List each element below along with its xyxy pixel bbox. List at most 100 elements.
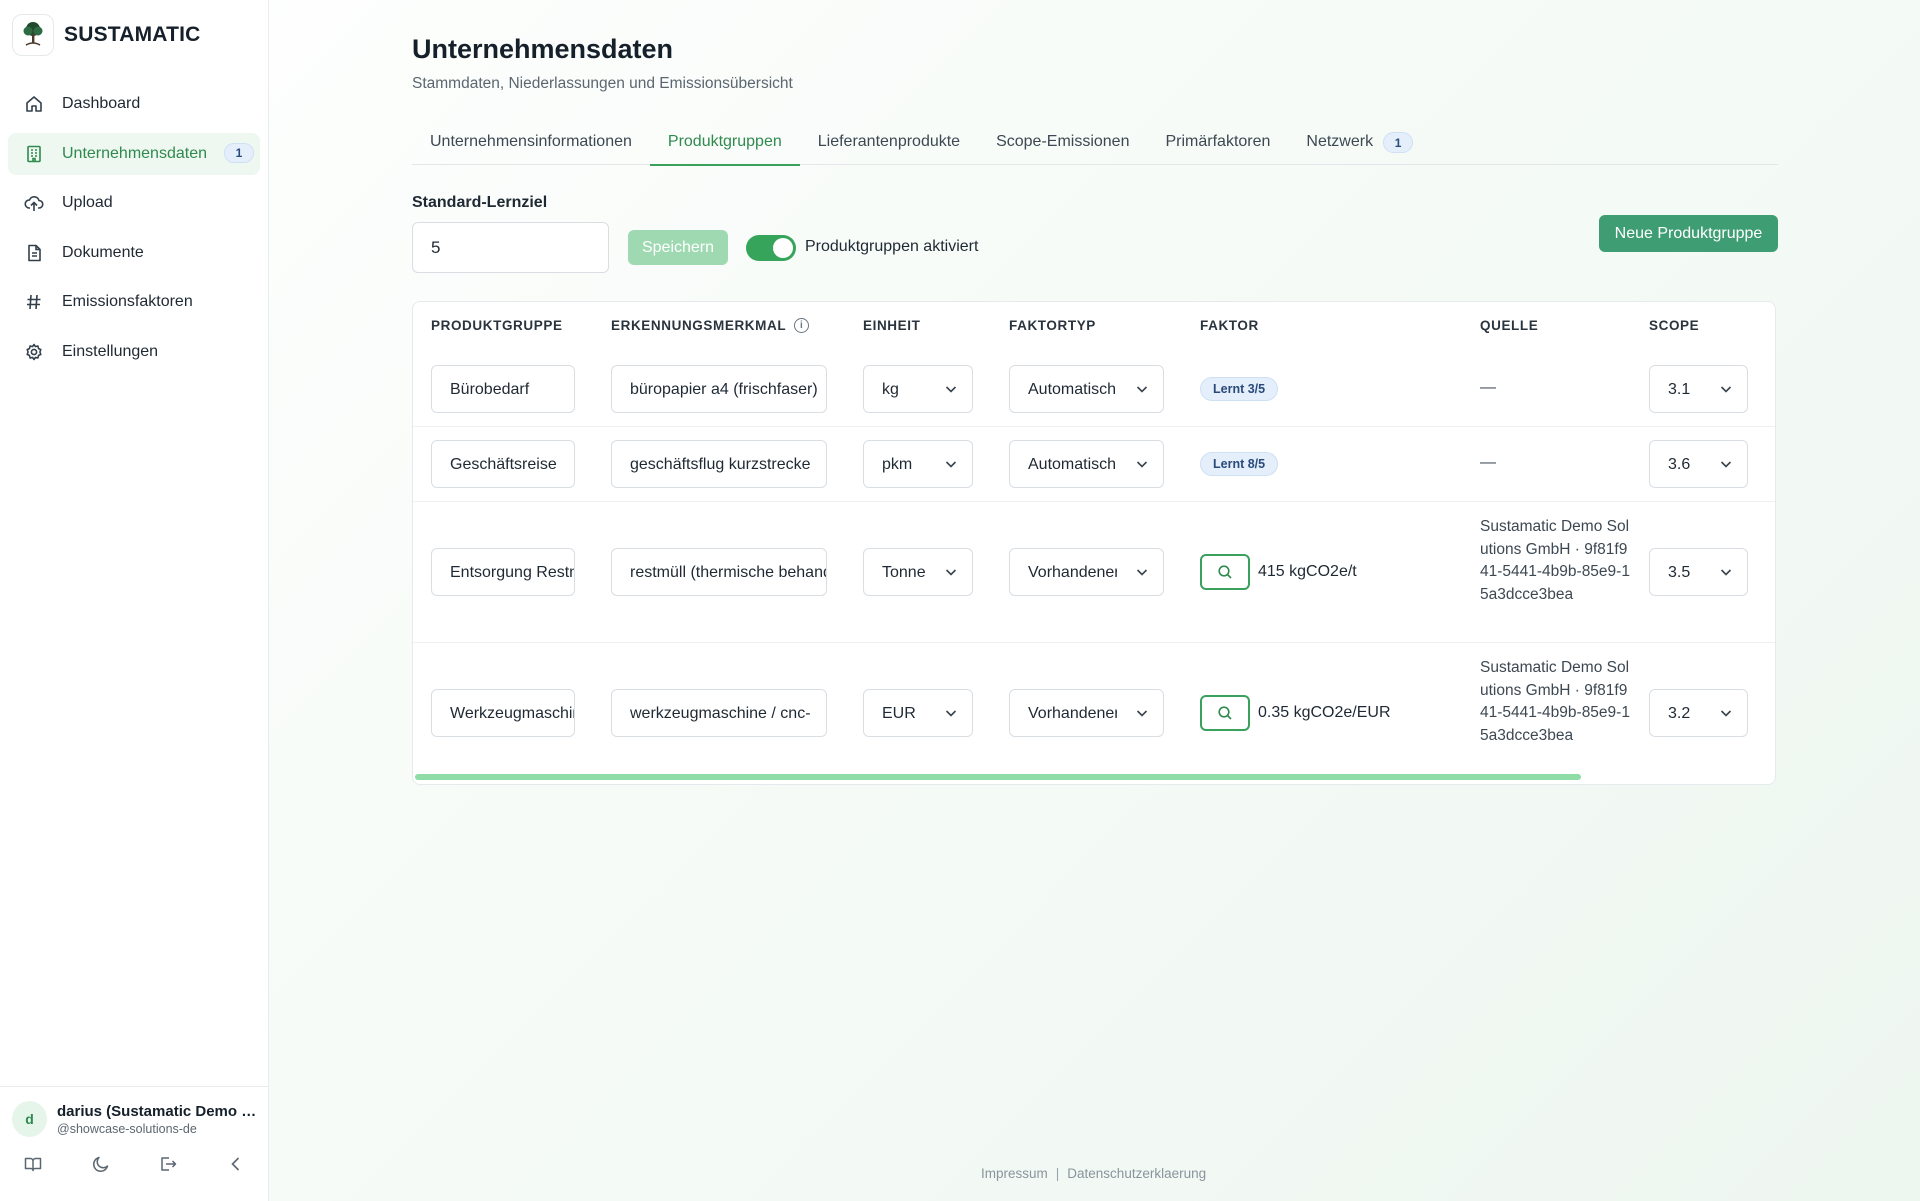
factor-search-button[interactable] <box>1200 554 1250 590</box>
tab-lieferantenprodukte[interactable]: Lieferantenprodukte <box>800 120 978 165</box>
select-value: pkm <box>882 456 913 473</box>
toggle-label: Produktgruppen aktiviert <box>805 238 979 255</box>
main-navigation: Dashboard Unternehmensdaten 1 Upload Dok… <box>8 83 260 380</box>
einheit-select[interactable]: kg <box>863 365 973 413</box>
faktor-value: 0.35 kgCO2e/EUR <box>1258 704 1391 721</box>
column-header-faktortyp: FAKTORTYP <box>1009 318 1096 333</box>
header-label: PRODUKTGRUPPE <box>431 318 563 333</box>
book-icon[interactable] <box>22 1153 44 1175</box>
moon-icon[interactable] <box>90 1153 112 1175</box>
header-label: SCOPE <box>1649 318 1700 333</box>
save-button[interactable]: Speichern <box>628 230 728 265</box>
header-label: EINHEIT <box>863 318 921 333</box>
user-name: darius (Sustamatic Demo Solutions GmbH) <box>57 1102 257 1120</box>
footer-separator: | <box>1055 1166 1060 1181</box>
scope-select[interactable]: 3.1 <box>1649 365 1748 413</box>
factor-search-button[interactable] <box>1200 695 1250 731</box>
quelle-value: — <box>1480 379 1496 396</box>
produktgruppe-input[interactable]: Entsorgung Restmüll <box>431 548 575 596</box>
erkennungsmerkmal-input[interactable]: büropapier a4 (frischfaser) <box>611 365 827 413</box>
hash-icon <box>24 292 44 312</box>
einheit-select[interactable]: Tonne <box>863 548 973 596</box>
brand[interactable]: SUSTAMATIC <box>12 14 201 56</box>
sidebar-item-label: Einstellungen <box>62 342 159 360</box>
faktortyp-select[interactable]: Automatisch <box>1009 440 1164 488</box>
chevron-down-icon <box>1720 569 1732 576</box>
faktortyp-select[interactable]: Vorhandener <box>1009 548 1164 596</box>
select-value: Automatisch <box>1028 381 1117 398</box>
sidebar-item-emissionsfaktoren[interactable]: Emissionsfaktoren <box>8 281 260 323</box>
header-label: ERKENNUNGSMERKMAL <box>611 318 787 333</box>
brand-name: SUSTAMATIC <box>64 23 201 46</box>
einheit-select[interactable]: EUR <box>863 689 973 737</box>
column-header-scope: SCOPE <box>1649 318 1699 333</box>
tab-produktgruppen[interactable]: Produktgruppen <box>649 120 800 166</box>
chevron-down-icon <box>945 386 957 393</box>
scope-select[interactable]: 3.5 <box>1649 548 1748 596</box>
learning-status-badge: Lernt 3/5 <box>1200 377 1279 401</box>
scope-select[interactable]: 3.2 <box>1649 689 1748 737</box>
new-produktgruppe-button[interactable]: Neue Produktgruppe <box>1599 215 1778 252</box>
select-value: 3.6 <box>1668 456 1691 473</box>
chevron-down-icon <box>1136 710 1148 717</box>
produktgruppe-input[interactable]: Bürobedarf <box>431 365 575 413</box>
sidebar-item-dokumente[interactable]: Dokumente <box>8 232 260 274</box>
table-row: Entsorgung Restmüll restmüll (thermische… <box>413 502 1775 643</box>
search-icon <box>1218 706 1232 720</box>
header-label: QUELLE <box>1480 318 1539 333</box>
produktgruppen-toggle[interactable] <box>746 235 796 261</box>
notification-badge: 1 <box>224 142 254 163</box>
erkennungsmerkmal-input[interactable]: restmüll (thermische behandlung) <box>611 548 827 596</box>
select-value: EUR <box>882 705 916 722</box>
header-label: FAKTORTYP <box>1009 318 1096 333</box>
tab-label: Produktgruppen <box>667 133 782 150</box>
column-header-faktor: FAKTOR <box>1200 318 1259 333</box>
chevron-left-icon[interactable] <box>225 1153 247 1175</box>
produktgruppe-input[interactable]: Geschäftsreise <box>431 440 575 488</box>
impressum-link[interactable]: Impressum <box>981 1166 1048 1181</box>
chevron-down-icon <box>945 710 957 717</box>
einheit-select[interactable]: pkm <box>863 440 973 488</box>
chevron-down-icon <box>945 461 957 468</box>
erkennungsmerkmal-input[interactable]: geschäftsflug kurzstrecke <box>611 440 827 488</box>
chevron-down-icon <box>1136 386 1148 393</box>
column-header-einheit: EINHEIT <box>863 318 920 333</box>
header-label: FAKTOR <box>1200 318 1259 333</box>
search-icon <box>1218 565 1232 579</box>
erkennungsmerkmal-input[interactable]: werkzeugmaschine / cnc- <box>611 689 827 737</box>
datenschutz-link[interactable]: Datenschutzerklaerung <box>1067 1166 1206 1181</box>
select-value: Vorhandener <box>1028 564 1117 581</box>
avatar: d <box>12 1101 47 1137</box>
tab-primaerfaktoren[interactable]: Primärfaktoren <box>1147 120 1288 165</box>
sidebar: SUSTAMATIC Dashboard Unternehmensdaten 1… <box>0 0 269 1201</box>
sidebar-item-dashboard[interactable]: Dashboard <box>8 83 260 125</box>
faktortyp-select[interactable]: Vorhandener <box>1009 689 1164 737</box>
faktortyp-select[interactable]: Automatisch <box>1009 365 1164 413</box>
sidebar-item-einstellungen[interactable]: Einstellungen <box>8 331 260 373</box>
scope-select[interactable]: 3.6 <box>1649 440 1748 488</box>
horizontal-scrollbar[interactable] <box>415 774 1581 780</box>
table-row: Bürobedarf büropapier a4 (frischfaser) k… <box>413 352 1775 427</box>
info-icon[interactable]: i <box>794 318 810 333</box>
user-profile[interactable]: d darius (Sustamatic Demo Solutions GmbH… <box>12 1101 257 1137</box>
sidebar-item-unternehmensdaten[interactable]: Unternehmensdaten 1 <box>8 132 260 175</box>
sidebar-item-upload[interactable]: Upload <box>8 182 260 224</box>
lernziel-input[interactable] <box>412 222 609 273</box>
tab-label: Unternehmensinformationen <box>430 133 632 150</box>
tab-label: Scope-Emissionen <box>996 133 1130 150</box>
chevron-down-icon <box>1136 569 1148 576</box>
chevron-down-icon <box>1720 386 1732 393</box>
tab-label: Lieferantenprodukte <box>817 133 961 150</box>
tab-unternehmensinformationen[interactable]: Unternehmensinformationen <box>412 120 650 165</box>
chevron-down-icon <box>1720 710 1732 717</box>
cloud-upload-icon <box>24 193 44 213</box>
tab-netzwerk[interactable]: Netzwerk 1 <box>1288 120 1431 165</box>
produktgruppe-input[interactable]: Werkzeugmaschinen <box>431 689 575 737</box>
logout-icon[interactable] <box>157 1153 179 1175</box>
select-value: 3.5 <box>1668 564 1691 581</box>
sidebar-item-label: Unternehmensdaten <box>62 144 207 162</box>
learning-status-badge: Lernt 8/5 <box>1200 452 1279 476</box>
column-header-quelle: QUELLE <box>1480 318 1538 333</box>
tree-logo-icon <box>12 14 54 56</box>
tab-scope-emissionen[interactable]: Scope-Emissionen <box>978 120 1147 165</box>
